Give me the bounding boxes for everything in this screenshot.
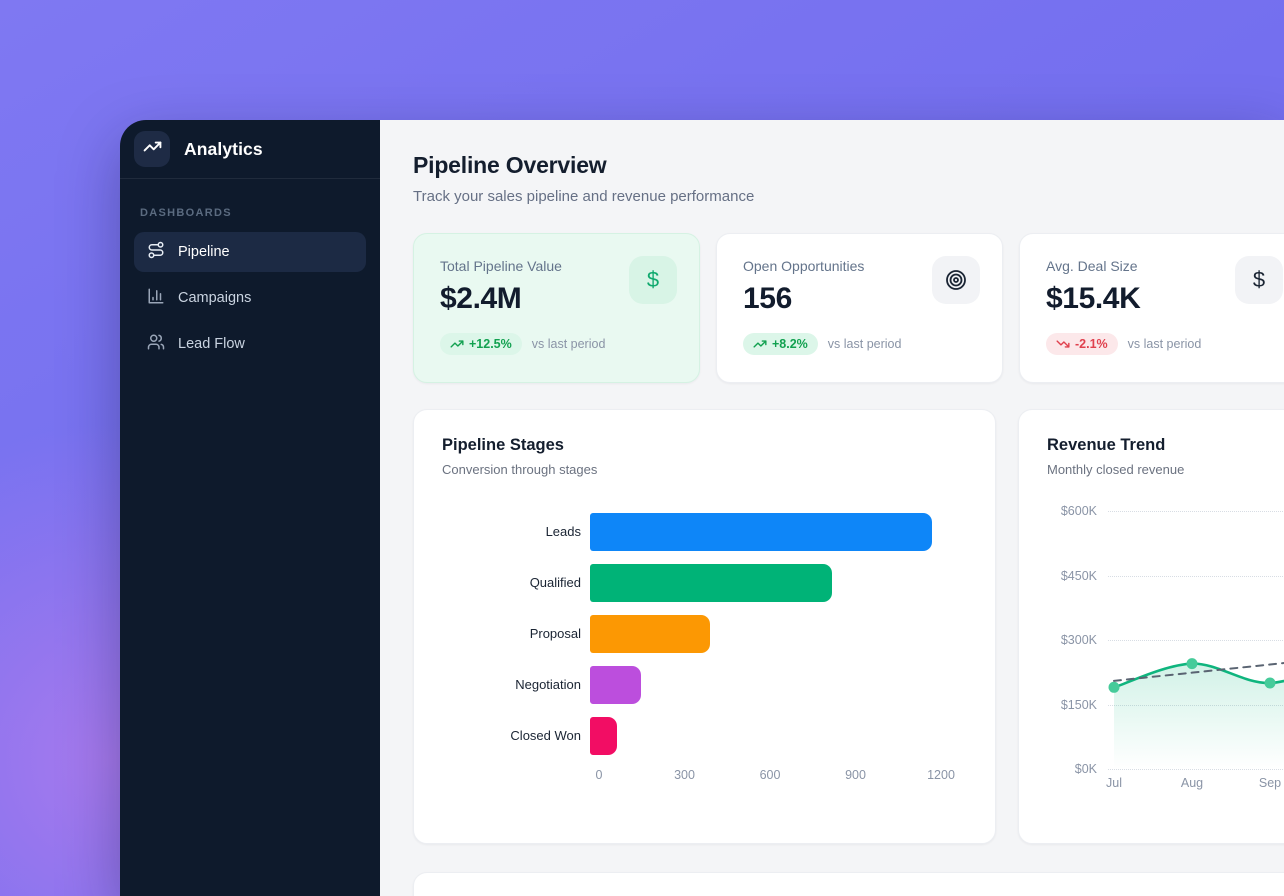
change-badge: +12.5%: [440, 333, 522, 355]
logo-row: Analytics: [120, 120, 380, 179]
revenue-line-chart: $600K$450K$300K$150K$0KJulAugSepOct: [1047, 511, 1284, 807]
revenue-trend-card: Revenue Trend Monthly closed revenue $60…: [1018, 409, 1284, 844]
sidebar: Analytics DASHBOARDS Pipeline Campaign: [120, 120, 380, 896]
x-tick-label: 600: [760, 768, 781, 782]
sidebar-item-campaigns[interactable]: Campaigns: [134, 278, 366, 318]
kpi-card-total-pipeline-value[interactable]: $ Total Pipeline Value $2.4M +12.5% vs l…: [413, 233, 700, 383]
users-icon: [147, 333, 165, 355]
route-icon: [147, 241, 165, 263]
compare-text: vs last period: [532, 337, 606, 351]
revenue-line-svg: [1108, 511, 1284, 781]
y-tick-label: $0K: [1047, 762, 1097, 776]
bar-row: Closed Won: [442, 717, 967, 755]
data-point-dot[interactable]: [1109, 682, 1120, 693]
bar-row: Qualified: [442, 564, 967, 602]
sidebar-item-pipeline[interactable]: Pipeline: [134, 232, 366, 272]
bar-category-label: Proposal: [442, 626, 590, 642]
trending-up-icon: [753, 337, 767, 351]
bar-row: Proposal: [442, 615, 967, 653]
target-icon: [932, 256, 980, 304]
stages-bar-chart: Leads Qualified Proposal Negotiation Closed …: [442, 513, 967, 788]
y-tick-label: $300K: [1047, 633, 1097, 647]
trending-up-icon: [143, 137, 162, 161]
bar-category-label: Leads: [442, 524, 590, 540]
compare-text: vs last period: [1128, 337, 1202, 351]
dollar-sign-icon: $: [1235, 256, 1283, 304]
pipeline-stages-card: Pipeline Stages Conversion through stage…: [413, 409, 996, 844]
kpi-row: $ Total Pipeline Value $2.4M +12.5% vs l…: [413, 233, 1284, 383]
x-tick-label: 900: [845, 768, 866, 782]
bar-category-label: Negotiation: [442, 677, 590, 693]
chart-subtitle: Conversion through stages: [442, 462, 967, 477]
trending-down-icon: [1056, 337, 1070, 351]
y-tick-label: $150K: [1047, 698, 1097, 712]
bar-qualified[interactable]: [590, 564, 832, 602]
kpi-card-avg-deal-size[interactable]: $ Avg. Deal Size $15.4K -2.1% vs last pe…: [1019, 233, 1284, 383]
sidebar-item-label: Lead Flow: [178, 336, 245, 352]
main-content: Pipeline Overview Track your sales pipel…: [380, 120, 1284, 896]
x-tick-label: 300: [674, 768, 695, 782]
bar-category-label: Qualified: [442, 575, 590, 591]
chart-title: Revenue Trend: [1047, 436, 1284, 455]
chart-title: Pipeline Stages: [442, 436, 967, 455]
bottom-card-stub: [413, 872, 1284, 896]
bar-chart-icon: [147, 287, 165, 309]
app-logo: [134, 131, 170, 167]
nav-section-label: DASHBOARDS: [140, 207, 360, 219]
page-title: Pipeline Overview: [413, 152, 1284, 179]
bar-negotiation[interactable]: [590, 666, 641, 704]
bar-row: Negotiation: [442, 666, 967, 704]
bar-leads[interactable]: [590, 513, 932, 551]
sidebar-item-lead-flow[interactable]: Lead Flow: [134, 324, 366, 364]
compare-text: vs last period: [828, 337, 902, 351]
page-subtitle: Track your sales pipeline and revenue pe…: [413, 188, 1284, 205]
data-point-dot[interactable]: [1187, 658, 1198, 669]
bar-category-label: Closed Won: [442, 728, 590, 744]
data-point-dot[interactable]: [1265, 678, 1276, 689]
bar-row: Leads: [442, 513, 967, 551]
change-badge: +8.2%: [743, 333, 818, 355]
kpi-card-open-opportunities[interactable]: Open Opportunities 156 +8.2% vs last per…: [716, 233, 1003, 383]
sidebar-item-label: Campaigns: [178, 290, 251, 306]
dollar-sign-icon: $: [629, 256, 677, 304]
bar-rows: Leads Qualified Proposal Negotiation Closed …: [442, 513, 967, 755]
y-tick-label: $450K: [1047, 569, 1097, 583]
x-tick-label: 1200: [927, 768, 955, 782]
bar-proposal[interactable]: [590, 615, 710, 653]
charts-row: Pipeline Stages Conversion through stage…: [413, 409, 1284, 844]
bar-closed-won[interactable]: [590, 717, 617, 755]
x-tick-label: 0: [596, 768, 603, 782]
sidebar-nav: DASHBOARDS Pipeline Campaigns: [120, 179, 380, 384]
sidebar-item-label: Pipeline: [178, 244, 230, 260]
revenue-area-fill: [1114, 657, 1284, 769]
app-title: Analytics: [184, 139, 263, 160]
y-tick-label: $600K: [1047, 504, 1097, 518]
app-window: Analytics DASHBOARDS Pipeline Campaign: [120, 120, 1284, 896]
chart-subtitle: Monthly closed revenue: [1047, 462, 1284, 477]
bar-x-axis: 0 300 600 900 1200: [599, 768, 967, 788]
trending-up-icon: [450, 337, 464, 351]
change-badge: -2.1%: [1046, 333, 1118, 355]
